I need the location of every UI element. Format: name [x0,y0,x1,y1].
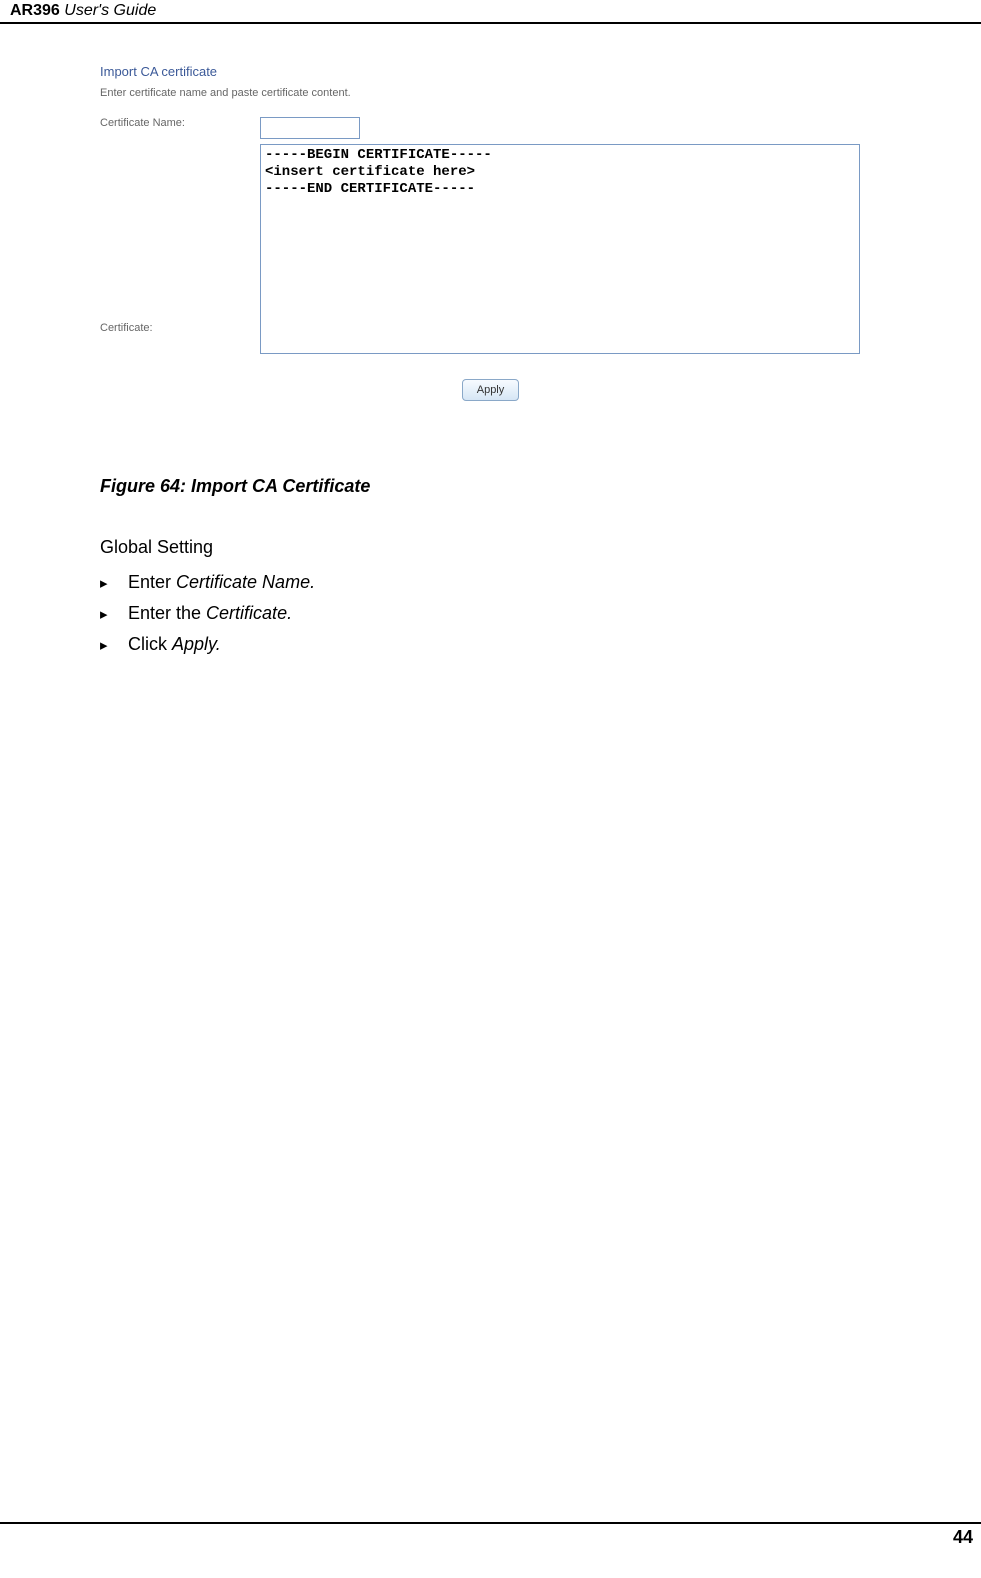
cert-name-label: Certificate Name: [100,117,260,129]
page-header: AR396 User's Guide [0,0,981,24]
cert-name-input[interactable] [260,117,360,139]
bullet-italic: Apply. [172,634,221,654]
cert-textarea[interactable] [260,144,860,354]
section-heading: Global Setting [100,537,881,558]
cert-name-row: Certificate Name: [100,117,881,139]
bullet-italic: Certificate. [206,603,292,623]
bullet-italic: Certificate Name. [176,572,315,592]
bullet-list: Enter Certificate Name. Enter the Certif… [100,572,881,655]
page-content: Import CA certificate Enter certificate … [100,64,881,655]
product-name: AR396 [10,2,60,19]
form-subtitle: Enter certificate name and paste certifi… [100,87,881,99]
list-item: Enter Certificate Name. [100,572,881,593]
import-ca-form: Import CA certificate Enter certificate … [100,64,881,401]
figure-caption: Figure 64: Import CA Certificate [100,476,881,497]
cert-label: Certificate: [100,322,260,334]
header-text: AR396 User's Guide [10,2,156,19]
list-item: Enter the Certificate. [100,603,881,624]
apply-button[interactable]: Apply [462,379,520,401]
list-item: Click Apply. [100,634,881,655]
bullet-prefix: Enter the [128,603,206,623]
bullet-prefix: Click [128,634,172,654]
page-number: 44 [953,1527,973,1547]
bullet-prefix: Enter [128,572,176,592]
apply-wrap: Apply [100,379,881,401]
page-footer: 44 [0,1522,981,1548]
form-title: Import CA certificate [100,64,881,79]
header-suffix: User's Guide [60,2,156,19]
